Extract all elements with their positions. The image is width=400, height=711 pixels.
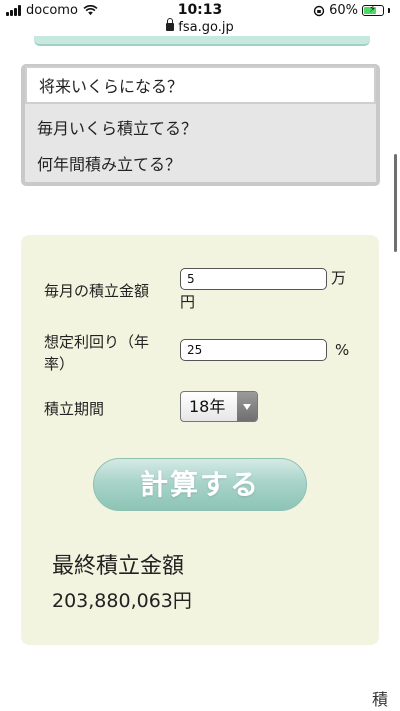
calculation-mode-menu: 将来いくらになる？ 毎月いくら積立てる？ 何年間積み立てる？ [21, 64, 380, 186]
status-bar: docomo 10:13 60% ⚡ [0, 0, 400, 22]
option-future-amount[interactable]: 将来いくらになる？ [25, 66, 376, 104]
battery-icon: ⚡ [362, 4, 384, 16]
period-select-value: 18年 [189, 397, 226, 416]
rate-input[interactable] [180, 339, 327, 361]
monthly-unit: 万円 [180, 268, 355, 311]
scrollbar[interactable] [394, 154, 397, 252]
corner-text: 積 [372, 690, 389, 709]
calculate-button[interactable]: 計算する [93, 458, 307, 511]
url-bar[interactable]: fsa.go.jp [0, 18, 400, 35]
header-decoration [34, 36, 370, 46]
period-select[interactable]: 18年 [180, 391, 258, 422]
battery-cap [388, 8, 390, 13]
battery-percent: 60% [329, 3, 358, 18]
monthly-amount-label: 毎月の積立金額 [44, 282, 150, 300]
period-label: 積立期間 [44, 400, 105, 418]
rotation-lock-icon [313, 5, 325, 16]
option-years[interactable]: 何年間積み立てる？ [25, 146, 376, 184]
monthly-unit-first: 万 [331, 269, 347, 287]
monthly-unit-rest: 円 [180, 293, 196, 311]
rate-unit: % [335, 341, 350, 359]
option-monthly-amount[interactable]: 毎月いくら積立てる？ [25, 110, 376, 148]
rate-label: 想定利回り（年率） [44, 333, 150, 373]
result-title: 最終積立金額 [52, 554, 185, 579]
status-right: 60% ⚡ [313, 3, 390, 18]
result-value: 203,880,063円 [52, 590, 192, 612]
lock-icon [166, 18, 175, 31]
monthly-amount-input[interactable] [180, 268, 327, 290]
url-text: fsa.go.jp [178, 20, 234, 35]
chevron-down-icon [237, 392, 257, 421]
